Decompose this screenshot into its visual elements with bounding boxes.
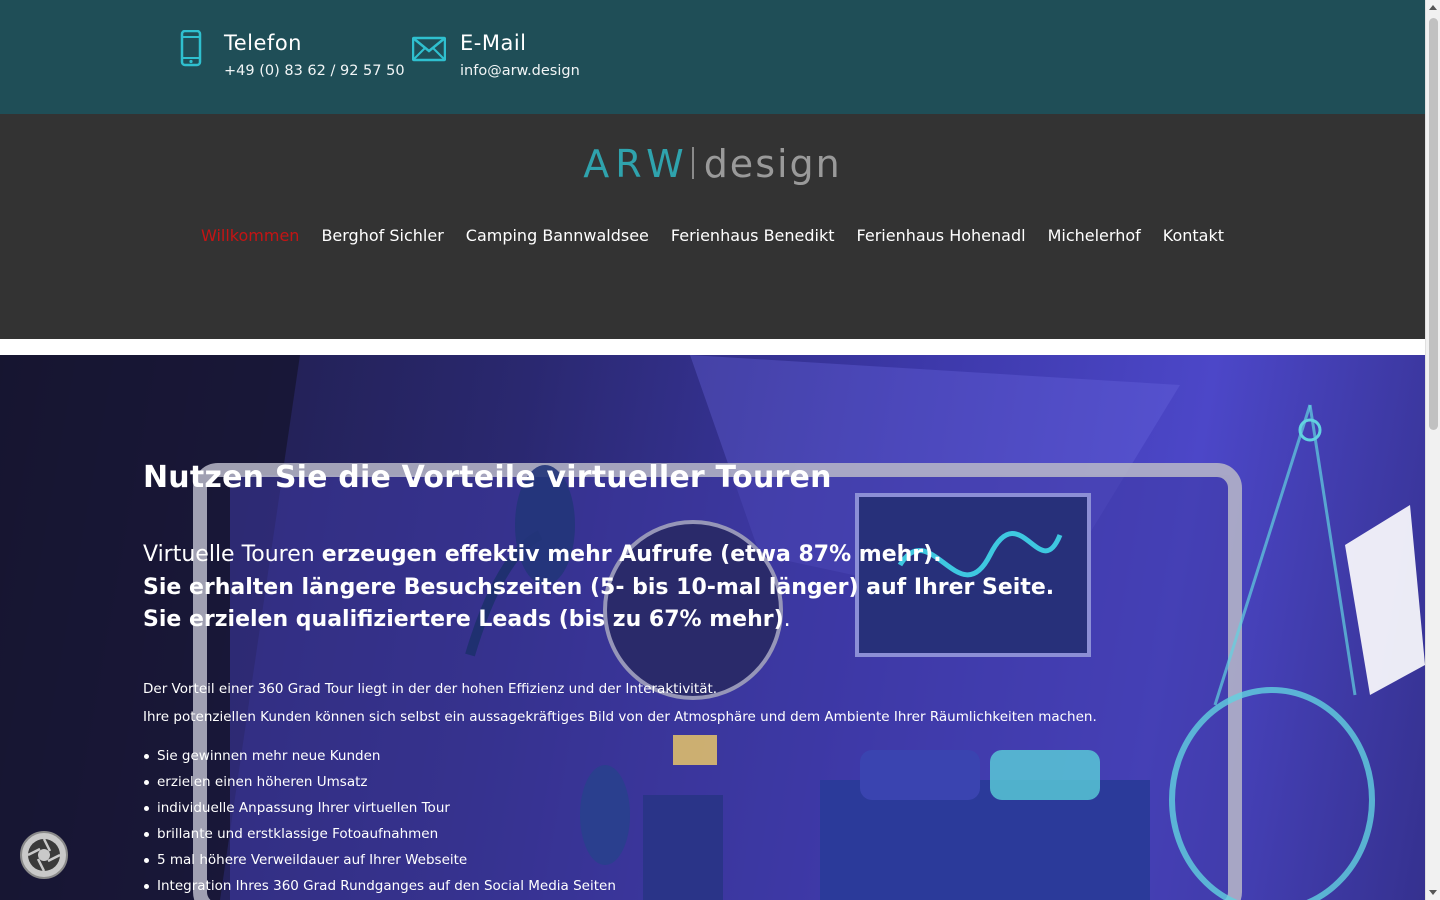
hero-section: Nutzen Sie die Vorteile virtueller Toure… — [0, 355, 1425, 900]
scroll-down-icon[interactable] — [1429, 890, 1437, 895]
lead-line-2: Sie erhalten längere Besuchszeiten (5- b… — [143, 572, 1054, 605]
main-nav: Willkommen Berghof Sichler Camping Bannw… — [0, 226, 1425, 245]
scrollbar-thumb[interactable] — [1429, 18, 1438, 430]
smartphone-icon — [180, 30, 202, 67]
hero-paragraph-2: Ihre potenziellen Kunden können sich sel… — [143, 709, 1097, 725]
list-item: brillante und erstklassige Fotoaufnahmen — [143, 821, 616, 847]
nav-item-kontakt[interactable]: Kontakt — [1163, 226, 1224, 245]
envelope-icon — [412, 36, 446, 62]
phone-title: Telefon — [224, 31, 302, 55]
site-header: ARW design Willkommen Berghof Sichler Cam… — [0, 114, 1425, 339]
lead-line-3-end: . — [783, 607, 791, 632]
aperture-icon — [27, 838, 61, 872]
list-item: erzielen einen höheren Umsatz — [143, 769, 616, 795]
list-item: Sie gewinnen mehr neue Kunden — [143, 743, 616, 769]
nav-item-berghof-sichler[interactable]: Berghof Sichler — [321, 226, 443, 245]
benefits-list: Sie gewinnen mehr neue Kunden erzielen e… — [143, 743, 616, 899]
hero-heading: Nutzen Sie die Vorteile virtueller Toure… — [143, 460, 832, 495]
nav-item-willkommen[interactable]: Willkommen — [201, 226, 299, 245]
section-spacer — [0, 339, 1425, 355]
nav-item-ferienhaus-benedikt[interactable]: Ferienhaus Benedikt — [671, 226, 835, 245]
page-scrollbar[interactable] — [1425, 0, 1440, 900]
hero-lead: Virtuelle Touren erzeugen effektiv mehr … — [143, 539, 1054, 637]
logo-brand: ARW — [583, 142, 690, 186]
scroll-up-icon[interactable] — [1429, 5, 1437, 10]
contact-bar: Telefon +49 (0) 83 62 / 92 57 50 E-Mail … — [0, 0, 1425, 114]
nav-item-camping-bannwaldsee[interactable]: Camping Bannwaldsee — [466, 226, 649, 245]
lead-line-1: Virtuelle Touren erzeugen effektiv mehr … — [143, 539, 1054, 572]
contact-phone[interactable]: Telefon +49 (0) 83 62 / 92 57 50 — [176, 28, 405, 84]
privacy-settings-button[interactable] — [20, 831, 68, 879]
phone-number[interactable]: +49 (0) 83 62 / 92 57 50 — [224, 58, 405, 84]
nav-item-ferienhaus-hohenadl[interactable]: Ferienhaus Hohenadl — [857, 226, 1026, 245]
list-item: Integration Ihres 360 Grad Rundganges au… — [143, 873, 616, 899]
list-item: 5 mal höhere Verweildauer auf Ihrer Webs… — [143, 847, 616, 873]
lead-line-3: Sie erzielen qualifiziertere Leads (bis … — [143, 604, 1054, 637]
email-title: E-Mail — [460, 31, 527, 55]
lead-line-3-bold: Sie erzielen qualifiziertere Leads (bis … — [143, 607, 784, 632]
lead-line-2-bold: Sie erhalten längere Besuchszeiten (5- b… — [143, 574, 1055, 600]
email-address[interactable]: info@arw.design — [460, 58, 580, 84]
logo-divider — [691, 147, 694, 179]
site-logo[interactable]: ARW design — [0, 142, 1425, 186]
contact-email[interactable]: E-Mail info@arw.design — [412, 28, 580, 84]
lead-line-1-bold: erzeugen effektiv mehr Aufrufe (etwa 87%… — [321, 542, 942, 567]
logo-suffix: design — [703, 142, 842, 186]
nav-item-michelerhof[interactable]: Michelerhof — [1048, 226, 1141, 245]
lead-line-1-normal: Virtuelle Touren — [143, 542, 322, 567]
hero-paragraph-1: Der Vorteil einer 360 Grad Tour liegt in… — [143, 681, 718, 697]
list-item: individuelle Anpassung Ihrer virtuellen … — [143, 795, 616, 821]
